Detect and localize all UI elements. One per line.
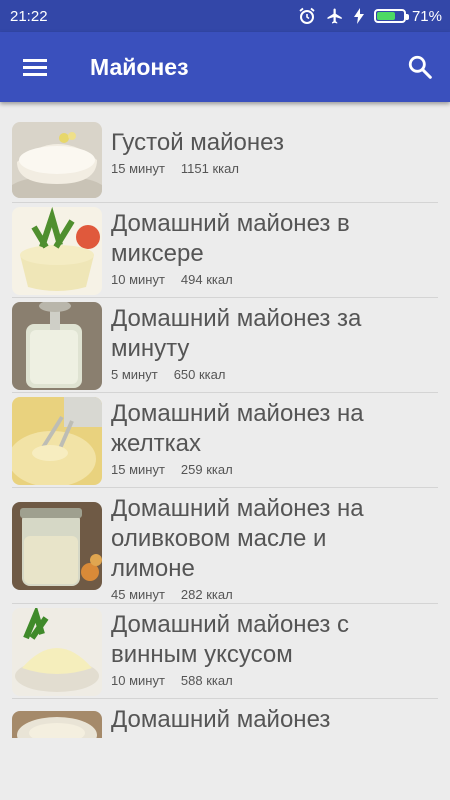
recipe-title: Домашний майонез на оливковом масле и ли… xyxy=(111,495,364,582)
recipe-item[interactable]: Домашний майонез в миксере 10 минут 494 к… xyxy=(12,203,438,298)
recipe-item[interactable]: Домашний майонез на желтках 15 минут 259 … xyxy=(12,393,438,488)
recipe-image xyxy=(12,608,102,696)
recipe-title: Домашний майонез за минуту xyxy=(111,305,362,362)
status-icons: 71% xyxy=(298,7,442,25)
status-bar: 21:22 71% xyxy=(0,0,450,32)
recipe-meta: 15 минут 259 ккал xyxy=(111,462,366,477)
recipe-image xyxy=(12,207,102,295)
recipe-meta: 10 минут 494 ккал xyxy=(111,272,366,287)
recipe-meta: 10 минут 588 ккал xyxy=(111,673,366,688)
recipe-kcal: 1151 ккал xyxy=(180,161,239,176)
battery-fill xyxy=(376,12,395,20)
recipe-time: 10 минут xyxy=(111,272,165,287)
recipe-info: Домашний майонез в миксере 10 минут 494 к… xyxy=(111,203,366,287)
recipe-image xyxy=(12,397,102,485)
recipe-item[interactable]: Домашний майонез на оливковом масле и ли… xyxy=(12,488,438,604)
charging-icon xyxy=(353,8,364,24)
airplane-icon xyxy=(327,8,342,24)
recipe-meta: 15 минут 1151 ккал xyxy=(111,161,366,176)
search-button[interactable] xyxy=(390,32,450,102)
status-time: 21:22 xyxy=(10,7,48,25)
recipe-image xyxy=(12,122,102,198)
menu-icon xyxy=(23,55,47,80)
recipe-item[interactable]: Домашний майонез за минуту 5 минут 650 кк… xyxy=(12,298,438,393)
alarm-icon xyxy=(299,7,315,24)
recipe-kcal: 650 ккал xyxy=(173,367,226,382)
recipe-title: Домашний майонез xyxy=(111,706,331,733)
app-bar: Майонез xyxy=(0,32,450,102)
recipe-title: Домашний майонез на желтках xyxy=(111,400,364,457)
search-icon xyxy=(408,55,432,79)
recipe-kcal: 282 ккал xyxy=(180,587,233,602)
recipe-info: Домашний майонез за минуту 5 минут 650 кк… xyxy=(111,298,366,382)
recipe-kcal: 494 ккал xyxy=(180,272,233,287)
recipe-meta: 45 минут 282 ккал xyxy=(111,587,366,602)
menu-button[interactable] xyxy=(0,32,70,102)
battery-icon xyxy=(373,9,409,23)
recipe-time: 45 минут xyxy=(111,587,165,602)
battery-indicator: 71% xyxy=(373,7,442,25)
recipe-time: 15 минут xyxy=(111,462,165,477)
recipe-time: 5 минут xyxy=(111,367,158,382)
recipe-time: 10 минут xyxy=(111,673,165,688)
recipe-meta: 5 минут 650 ккал xyxy=(111,367,366,382)
recipe-title: Домашний майонез в миксере xyxy=(111,210,350,267)
recipe-info: Домашний майонез на желтках 15 минут 259 … xyxy=(111,393,366,477)
page-title: Майонез xyxy=(90,53,189,80)
recipe-image xyxy=(12,711,102,738)
recipe-time: 15 минут xyxy=(111,161,165,176)
recipe-item[interactable]: Домашний майонез xyxy=(12,699,438,738)
recipe-info: Домашний майонез на оливковом масле и ли… xyxy=(111,488,366,602)
recipe-title: Густой майонез xyxy=(111,129,284,156)
recipe-info: Домашний майонез xyxy=(111,699,366,735)
recipe-kcal: 259 ккал xyxy=(180,462,233,477)
recipe-kcal: 588 ккал xyxy=(180,673,233,688)
recipe-item[interactable]: Густой майонез 15 минут 1151 ккал xyxy=(12,120,438,203)
recipe-image xyxy=(12,502,102,590)
recipe-item[interactable]: Домашний майонез с винным уксусом 10 мин… xyxy=(12,604,438,699)
battery-percent: 71% xyxy=(411,7,442,25)
recipe-list: Густой майонез 15 минут 1151 ккал Домашни… xyxy=(0,102,450,738)
recipe-image xyxy=(12,302,102,390)
recipe-info: Домашний майонез с винным уксусом 10 мин… xyxy=(111,604,366,688)
recipe-title: Домашний майонез с винным уксусом xyxy=(111,611,350,668)
recipe-info: Густой майонез 15 минут 1151 ккал xyxy=(111,120,366,176)
